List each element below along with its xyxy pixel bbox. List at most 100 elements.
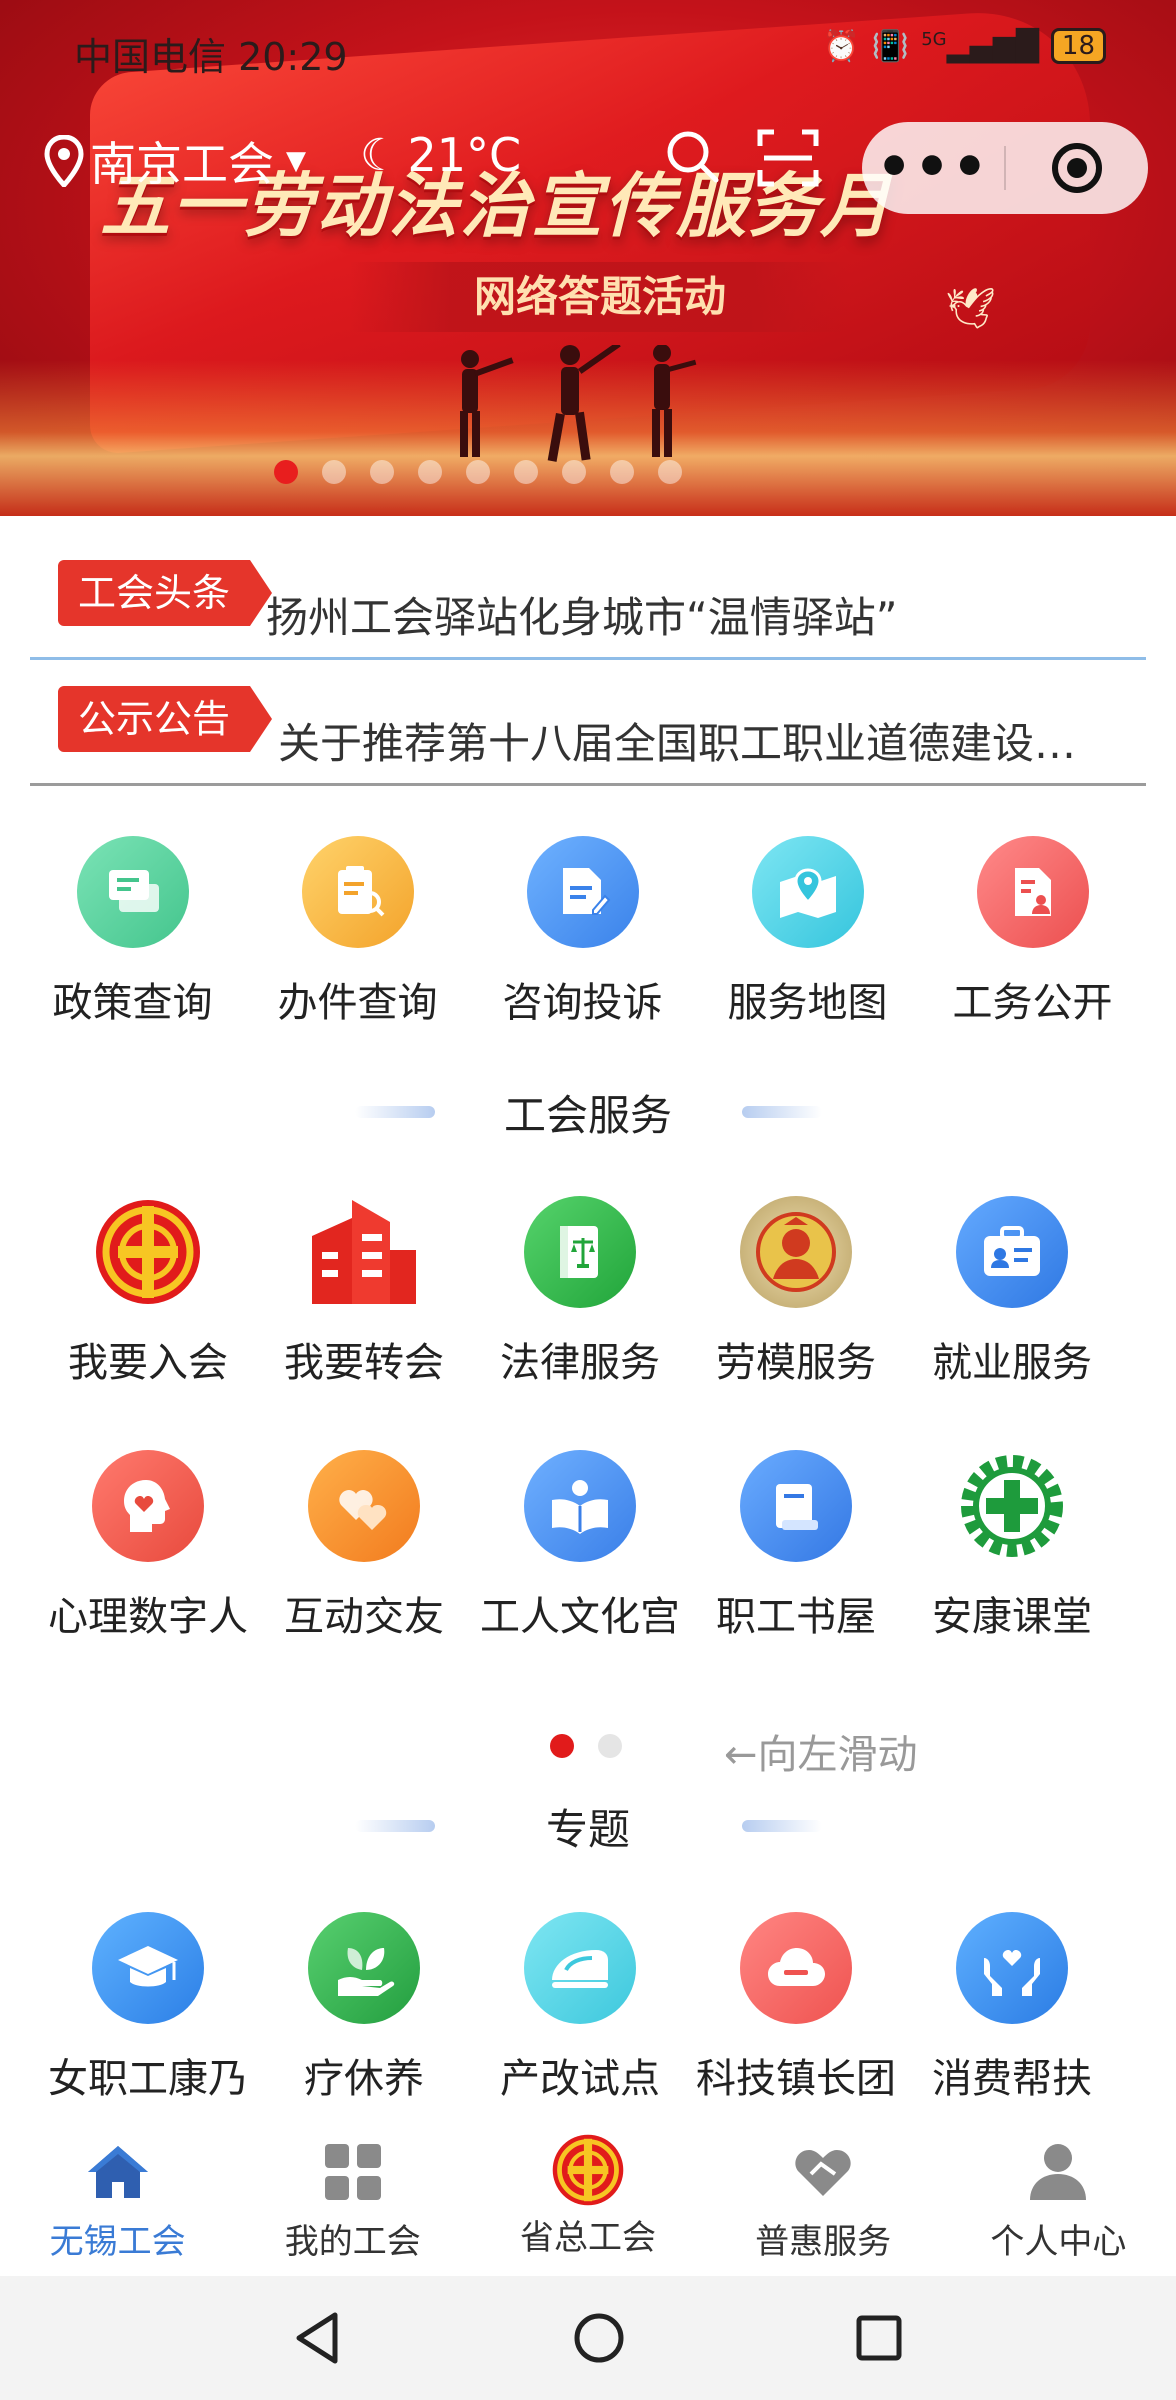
topic-reform-pilot[interactable]: 产改试点 [472,1912,688,2104]
tab-personal-center[interactable]: 个人中心 [941,2120,1176,2276]
section-title-text: 专题 [545,1805,630,1854]
topic-female-workers[interactable]: 女职工康乃 [40,1912,256,2104]
quick-entry-map[interactable]: 服务地图 [695,836,920,1028]
banner-dot[interactable] [514,460,538,484]
service-grid-row1: 我要入会 我要转会 法律服务 劳模服务 就业服务 [0,1196,1176,1388]
quick-entry-consult[interactable]: 咨询投诉 [470,836,695,1028]
target-icon [1052,143,1102,193]
notice-row[interactable]: 公示公告 关于推荐第十八届全国职工职业道德建设… [30,676,1146,786]
book-icon [740,1450,852,1562]
service-label: 法律服务 [500,1340,660,1386]
topic-label: 产改试点 [500,2056,660,2102]
service-join-union[interactable]: 我要入会 [40,1196,256,1388]
location-pin-icon [44,135,84,187]
section-title-union-services: 工会服务 [0,1082,1176,1143]
service-legal[interactable]: 法律服务 [472,1196,688,1388]
union-emblem-icon [552,2134,624,2206]
banner-dot[interactable] [418,460,442,484]
back-triangle-icon[interactable] [293,2311,343,2365]
swipe-hint: ←向左滑动 [724,1732,918,1778]
service-label: 互动交友 [284,1594,444,1640]
banner-dot[interactable] [610,460,634,484]
pager-dot[interactable] [550,1734,574,1758]
tab-provincial-union[interactable]: 省总工会 [470,2120,705,2276]
union-emblem-icon [92,1196,204,1308]
banner-dot[interactable] [274,460,298,484]
service-book-house[interactable]: 职工书屋 [688,1450,904,1642]
tab-my-union[interactable]: 我的工会 [235,2120,470,2276]
top-banner-carousel[interactable]: 五一劳动法治宣传服务月 网络答题活动 🕊 中国电信 20:29 ⏰ 📳 5G▂▄… [0,0,1176,516]
topic-consumer-aid[interactable]: 消费帮扶 [904,1912,1120,2104]
news-tag: 工会头条 [58,560,273,626]
city-selector[interactable]: 南京工会 ▼ [44,128,306,194]
hand-leaf-icon [308,1912,420,2024]
green-cross-gear-icon [956,1450,1068,1562]
map-pin-icon [751,836,864,948]
title-decor-line [742,1106,822,1118]
news-text[interactable]: 扬州工会驿站化身城市“温情驿站” [266,584,1146,645]
section-title-topics: 专题 [0,1796,1176,1857]
tab-benefit-services[interactable]: 普惠服务 [706,2120,941,2276]
title-decor-line [742,1820,822,1832]
service-label: 我要转会 [284,1340,444,1386]
service-employment[interactable]: 就业服务 [904,1196,1120,1388]
banner-dot[interactable] [370,460,394,484]
quick-entry-label: 服务地图 [727,980,888,1026]
service-health-class[interactable]: 安康课堂 [904,1450,1120,1642]
banner-dot[interactable] [658,460,682,484]
home-circle-icon[interactable] [573,2312,625,2364]
person-icon [1030,2144,1087,2200]
service-culture-palace[interactable]: 工人文化宫 [472,1450,688,1642]
weather: ☾ 21°C [360,128,521,182]
briefcase-icon [956,1196,1068,1308]
title-decor-line [355,1106,435,1118]
quick-entry-label: 政策查询 [52,980,213,1026]
document-edit-icon [526,836,639,948]
tab-label: 无锡工会 [49,2222,186,2262]
news-text[interactable]: 关于推荐第十八届全国职工职业道德建设… [278,710,1146,771]
topic-recuperation[interactable]: 疗休养 [256,1912,472,2104]
service-transfer-union[interactable]: 我要转会 [256,1196,472,1388]
banner-dot[interactable] [562,460,586,484]
recents-square-icon[interactable] [855,2314,903,2362]
chat-card-icon [76,836,189,948]
banner-pagination [0,460,1176,484]
service-social[interactable]: 互动交友 [256,1450,472,1642]
topic-label: 消费帮扶 [932,2056,1092,2102]
scan-icon[interactable] [756,126,820,190]
city-label: 南京工会 [90,137,274,191]
hearts-icon [308,1450,420,1562]
more-button[interactable]: ••• [862,122,1004,214]
train-icon [524,1912,636,2024]
miniprogram-capsule: ••• [862,122,1148,214]
topic-tech-mayor[interactable]: 科技镇长团 [688,1912,904,2104]
service-grid-row2: 心理数字人 互动交友 工人文化宫 职工书屋 安康课堂 [0,1450,1176,1642]
topic-label: 女职工康乃 [48,2056,248,2102]
tab-wuxi-union[interactable]: 无锡工会 [0,2120,235,2276]
carrier-time: 中国电信 20:29 [74,35,348,79]
status-bar: 中国电信 20:29 ⏰ 📳 5G▂▄▆█ 18 [0,0,1176,96]
service-label: 工人文化宫 [480,1594,680,1640]
quick-entry-label: 工务公开 [952,980,1113,1026]
banner-dot[interactable] [466,460,490,484]
service-model-worker[interactable]: 劳模服务 [688,1196,904,1388]
tab-label: 普惠服务 [755,2222,892,2262]
service-mental-digital[interactable]: 心理数字人 [40,1450,256,1642]
banner-worker-figures [460,345,697,462]
tab-label: 我的工会 [284,2222,421,2262]
search-icon[interactable] [664,128,720,184]
close-miniprogram-button[interactable] [1006,140,1148,196]
signal-icon: 5G▂▄▆█ [921,28,1039,64]
quick-entry-grid: 政策查询 办件查询 咨询投诉 服务地图 工务公开 [0,836,1176,1028]
tab-label: 省总工会 [519,2218,656,2258]
quick-entry-policy[interactable]: 政策查询 [20,836,245,1028]
news-headline-row[interactable]: 工会头条 扬州工会驿站化身城市“温情驿站” [30,550,1146,660]
alarm-icon: ⏰ [822,28,860,64]
banner-dot[interactable] [322,460,346,484]
temperature: 21°C [407,128,522,182]
heart-hand-icon [795,2150,851,2196]
quick-entry-case-query[interactable]: 办件查询 [245,836,470,1028]
pager-dot[interactable] [598,1734,622,1758]
quick-entry-public-affairs[interactable]: 工务公开 [920,836,1145,1028]
cloud-icon [740,1912,852,2024]
